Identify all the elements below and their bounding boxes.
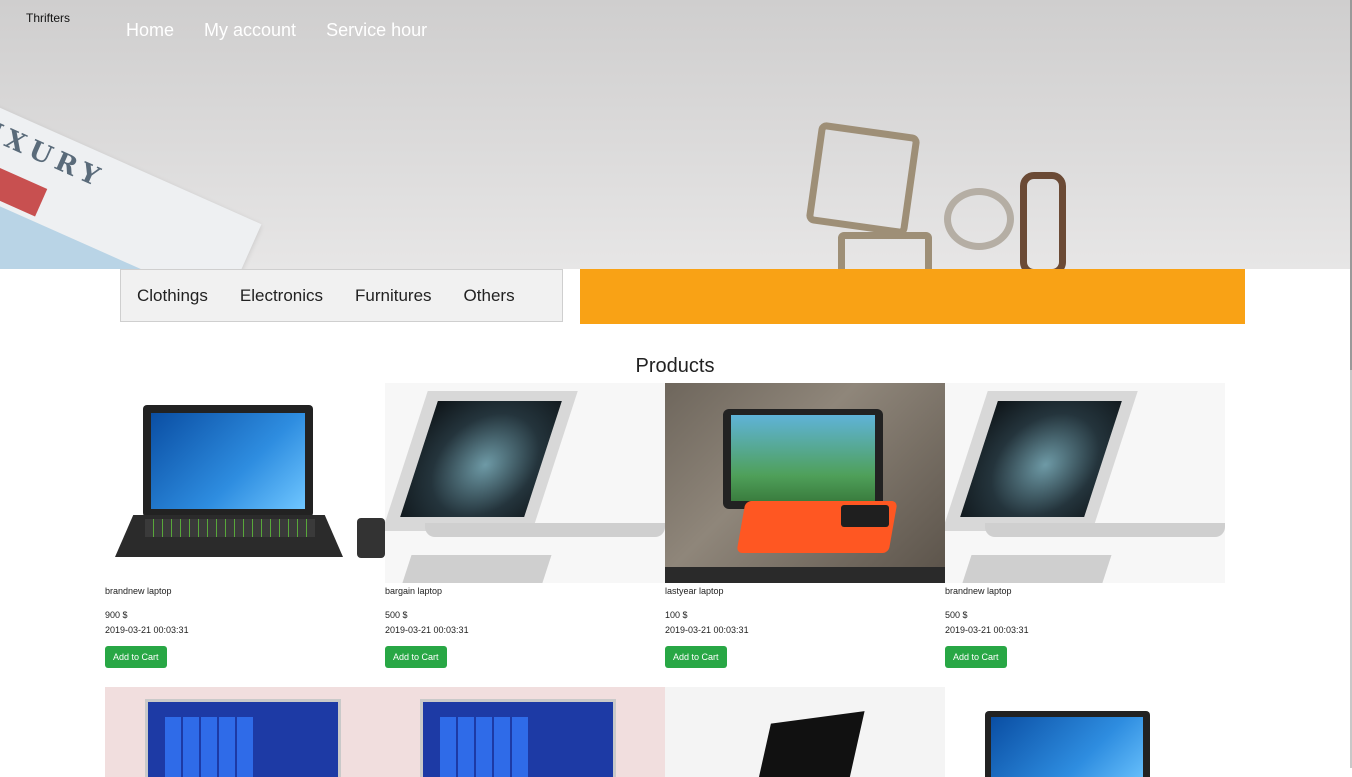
product-date: 2019-03-21 00:03:31 bbox=[665, 625, 749, 635]
hero-banner: LUXURY Thrifters Home My account Service… bbox=[0, 0, 1350, 269]
product-name: bargain laptop bbox=[385, 586, 443, 596]
nav-service-hour[interactable]: Service hour bbox=[326, 20, 427, 41]
promo-banner bbox=[580, 269, 1245, 324]
category-bar: Clothings Electronics Furnitures Others bbox=[120, 269, 563, 322]
add-to-cart-button[interactable]: Add to Cart bbox=[385, 646, 447, 668]
magazine-decoration: LUXURY bbox=[0, 90, 262, 269]
product-name: brandnew laptop bbox=[105, 586, 172, 596]
brand-logo[interactable]: Thrifters bbox=[26, 11, 70, 25]
add-to-cart-button[interactable]: Add to Cart bbox=[665, 646, 727, 668]
ring-small-decoration bbox=[838, 232, 932, 269]
product-image[interactable] bbox=[380, 687, 665, 777]
product-image[interactable] bbox=[665, 383, 945, 583]
product-card: brandnew laptop 900 $ 2019-03-21 00:03:3… bbox=[105, 383, 385, 668]
add-to-cart-button[interactable]: Add to Cart bbox=[105, 646, 167, 668]
product-image[interactable] bbox=[945, 687, 1225, 777]
category-clothings[interactable]: Clothings bbox=[137, 286, 208, 306]
product-price: 500 $ bbox=[945, 610, 968, 620]
product-date: 2019-03-21 00:03:31 bbox=[945, 625, 1029, 635]
ring-wood-decoration bbox=[1020, 172, 1066, 269]
product-image[interactable] bbox=[105, 383, 385, 583]
main-nav: Home My account Service hour bbox=[126, 20, 427, 41]
ring-round-decoration bbox=[944, 188, 1014, 250]
product-image[interactable] bbox=[665, 687, 945, 777]
product-date: 2019-03-21 00:03:31 bbox=[105, 625, 189, 635]
nav-my-account[interactable]: My account bbox=[204, 20, 296, 41]
category-others[interactable]: Others bbox=[464, 286, 515, 306]
add-to-cart-button[interactable]: Add to Cart bbox=[945, 646, 1007, 668]
product-card: lastyear laptop 100 $ 2019-03-21 00:03:3… bbox=[665, 383, 945, 668]
product-image[interactable] bbox=[105, 687, 380, 777]
product-card: bargain laptop 500 $ 2019-03-21 00:03:31… bbox=[385, 383, 665, 668]
category-furnitures[interactable]: Furnitures bbox=[355, 286, 432, 306]
product-price: 500 $ bbox=[385, 610, 408, 620]
product-name: brandnew laptop bbox=[945, 586, 1012, 596]
product-price: 100 $ bbox=[665, 610, 688, 620]
product-date: 2019-03-21 00:03:31 bbox=[385, 625, 469, 635]
product-image[interactable] bbox=[385, 383, 665, 583]
product-price: 900 $ bbox=[105, 610, 128, 620]
products-heading: Products bbox=[635, 355, 715, 377]
product-name: lastyear laptop bbox=[665, 586, 724, 596]
product-image[interactable] bbox=[945, 383, 1225, 583]
nav-home[interactable]: Home bbox=[126, 20, 174, 41]
ring-square-decoration bbox=[805, 121, 921, 237]
category-electronics[interactable]: Electronics bbox=[240, 286, 323, 306]
product-card: brandnew laptop 500 $ 2019-03-21 00:03:3… bbox=[945, 383, 1225, 668]
